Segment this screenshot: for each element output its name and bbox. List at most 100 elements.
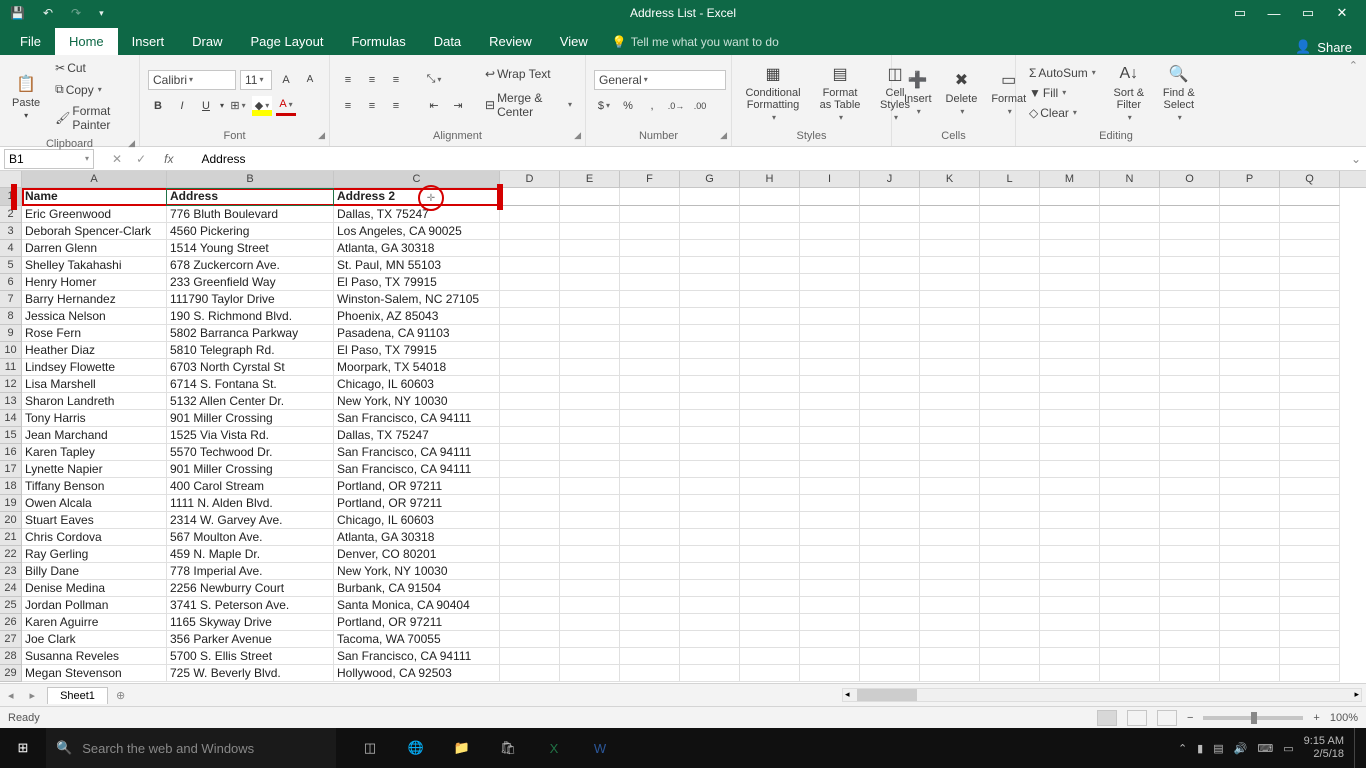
store-icon[interactable]: 🛍 xyxy=(488,728,528,768)
cell[interactable] xyxy=(1280,410,1340,427)
add-sheet-icon[interactable]: ⊕ xyxy=(108,689,133,702)
cell[interactable] xyxy=(1100,342,1160,359)
cell[interactable] xyxy=(1280,444,1340,461)
cell[interactable] xyxy=(1100,274,1160,291)
cell[interactable] xyxy=(740,648,800,665)
cell[interactable]: 1111 N. Alden Blvd. xyxy=(167,495,334,512)
cell[interactable]: Henry Homer xyxy=(22,274,167,291)
cell[interactable] xyxy=(500,546,560,563)
cell[interactable] xyxy=(860,240,920,257)
cell[interactable] xyxy=(680,546,740,563)
collapse-ribbon-icon[interactable]: ⌃ xyxy=(1341,55,1366,146)
cell[interactable] xyxy=(980,665,1040,682)
sheet-nav-next-icon[interactable]: ▸ xyxy=(22,689,44,702)
cell[interactable] xyxy=(1280,308,1340,325)
cell[interactable] xyxy=(620,376,680,393)
cell[interactable] xyxy=(920,495,980,512)
cell[interactable]: Chris Cordova xyxy=(22,529,167,546)
align-left-icon[interactable]: ≡ xyxy=(338,96,358,116)
cell[interactable] xyxy=(800,342,860,359)
increase-font-icon[interactable]: A xyxy=(276,70,296,90)
font-size-select[interactable]: 11 xyxy=(240,70,272,90)
cell[interactable] xyxy=(980,648,1040,665)
cell[interactable] xyxy=(1280,325,1340,342)
cell[interactable] xyxy=(1160,648,1220,665)
cell[interactable] xyxy=(560,359,620,376)
cell[interactable] xyxy=(920,410,980,427)
cell[interactable] xyxy=(1160,478,1220,495)
fx-icon[interactable]: fx xyxy=(164,152,197,166)
cell[interactable] xyxy=(620,546,680,563)
cell[interactable] xyxy=(1220,665,1280,682)
cell[interactable] xyxy=(1280,597,1340,614)
find-select-button[interactable]: 🔍Find & Select xyxy=(1157,61,1201,124)
qat-customize-icon[interactable]: ▾ xyxy=(99,8,104,19)
save-icon[interactable]: 💾 xyxy=(10,6,25,20)
cell[interactable] xyxy=(800,257,860,274)
cell[interactable] xyxy=(680,444,740,461)
cell[interactable] xyxy=(980,410,1040,427)
cell[interactable] xyxy=(860,427,920,444)
cell[interactable] xyxy=(1100,529,1160,546)
percent-format-icon[interactable]: % xyxy=(618,96,638,116)
cell[interactable] xyxy=(800,274,860,291)
taskbar-clock[interactable]: 9:15 AM 2/5/18 xyxy=(1304,735,1344,761)
cell[interactable] xyxy=(1040,257,1100,274)
font-color-button[interactable]: A xyxy=(276,96,296,116)
cell[interactable] xyxy=(500,223,560,240)
cell[interactable] xyxy=(740,580,800,597)
column-header[interactable]: B xyxy=(167,171,334,187)
cell[interactable] xyxy=(800,563,860,580)
cell[interactable]: 5802 Barranca Parkway xyxy=(167,325,334,342)
cell[interactable] xyxy=(620,274,680,291)
cell[interactable]: 567 Moulton Ave. xyxy=(167,529,334,546)
cell[interactable] xyxy=(1040,495,1100,512)
cell[interactable] xyxy=(500,529,560,546)
maximize-icon[interactable]: ▭ xyxy=(1296,5,1320,21)
cell[interactable] xyxy=(740,461,800,478)
cell[interactable] xyxy=(800,580,860,597)
cell[interactable]: Denver, CO 80201 xyxy=(334,546,500,563)
cell[interactable] xyxy=(620,223,680,240)
cell[interactable] xyxy=(740,410,800,427)
cell[interactable] xyxy=(860,495,920,512)
cell[interactable] xyxy=(980,495,1040,512)
cell[interactable] xyxy=(860,444,920,461)
wrap-text-button[interactable]: ↩Wrap Text xyxy=(480,65,577,83)
start-button[interactable]: ⊞ xyxy=(0,740,46,756)
decrease-decimal-icon[interactable]: .00 xyxy=(690,96,710,116)
cell[interactable] xyxy=(920,631,980,648)
cell[interactable] xyxy=(680,512,740,529)
cell[interactable] xyxy=(500,257,560,274)
cell[interactable] xyxy=(620,665,680,682)
cell[interactable] xyxy=(1100,444,1160,461)
cell[interactable] xyxy=(1220,410,1280,427)
cell[interactable] xyxy=(1280,376,1340,393)
cell[interactable] xyxy=(860,631,920,648)
cell[interactable] xyxy=(920,580,980,597)
cell[interactable]: San Francisco, CA 94111 xyxy=(334,410,500,427)
cell[interactable] xyxy=(740,223,800,240)
cell[interactable] xyxy=(860,546,920,563)
cell[interactable] xyxy=(680,223,740,240)
cell[interactable] xyxy=(860,359,920,376)
cell[interactable] xyxy=(500,188,560,206)
autosum-button[interactable]: ΣAutoSum xyxy=(1024,64,1101,82)
cell[interactable] xyxy=(800,512,860,529)
cell[interactable] xyxy=(500,240,560,257)
row-header[interactable]: 20 xyxy=(0,512,22,529)
align-bottom-icon[interactable]: ≡ xyxy=(386,70,406,90)
cell[interactable] xyxy=(800,597,860,614)
cell[interactable] xyxy=(860,188,920,206)
cell[interactable] xyxy=(1220,359,1280,376)
row-header[interactable]: 3 xyxy=(0,223,22,240)
cell[interactable] xyxy=(500,580,560,597)
cell[interactable]: 901 Miller Crossing xyxy=(167,461,334,478)
cell[interactable] xyxy=(1040,614,1100,631)
volume-icon[interactable]: 🔊 xyxy=(1234,742,1248,755)
cell[interactable] xyxy=(680,274,740,291)
cell[interactable] xyxy=(740,427,800,444)
cell[interactable] xyxy=(860,342,920,359)
cell[interactable] xyxy=(1220,342,1280,359)
cell[interactable] xyxy=(1100,240,1160,257)
